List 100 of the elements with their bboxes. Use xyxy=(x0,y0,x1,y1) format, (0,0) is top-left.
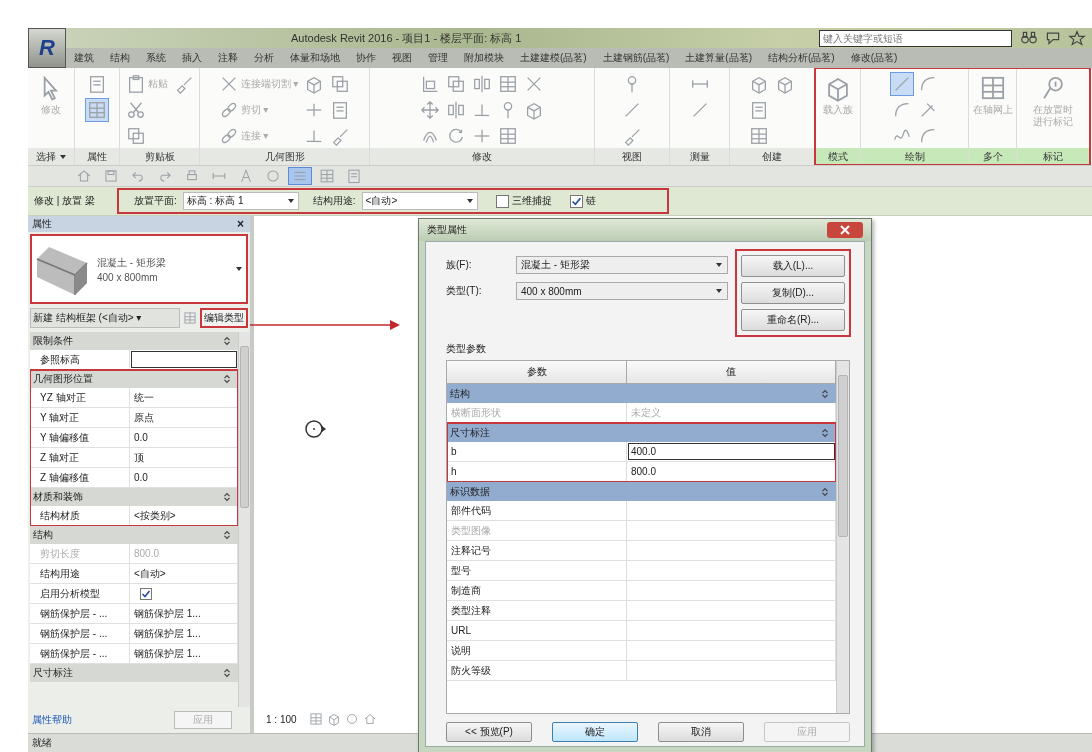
mirror-icon xyxy=(446,100,466,120)
group-name: 结构 xyxy=(33,528,53,542)
collapse-icon[interactable] xyxy=(222,374,232,384)
type-name: 400 x 800mm xyxy=(97,271,159,283)
move-icon xyxy=(420,100,440,120)
group-name: 标识数据 xyxy=(450,484,490,499)
checkbox[interactable] xyxy=(140,587,152,600)
toolbar-button[interactable] xyxy=(288,167,312,185)
panel-label[interactable]: 绘制 xyxy=(904,149,925,164)
scrollbar[interactable] xyxy=(238,332,250,707)
application-menu-button[interactable]: R xyxy=(28,28,66,68)
group-header[interactable]: 标识数据 xyxy=(447,482,836,501)
collapse-icon[interactable] xyxy=(820,486,830,497)
ribbon-tab[interactable]: 协作 xyxy=(348,51,384,65)
grid-icon xyxy=(498,126,518,146)
parameter-name: 类型注释 xyxy=(447,601,627,620)
column-header[interactable]: 参数 xyxy=(447,361,627,383)
dropdown[interactable]: 400 x 800mm xyxy=(516,282,728,300)
ribbon-tab[interactable]: 注释 xyxy=(210,51,246,65)
collapse-icon[interactable] xyxy=(820,427,830,438)
parameter-name: Z 轴偏移值 xyxy=(30,468,130,487)
copy-icon xyxy=(446,74,466,94)
ribbon-tab[interactable]: 系统 xyxy=(138,51,174,65)
grid-icon xyxy=(319,168,335,184)
value-field[interactable] xyxy=(130,350,238,369)
type-selector[interactable]: 混凝土 - 矩形梁 400 x 800mm xyxy=(30,234,248,304)
ribbon-tab[interactable]: 土建钢筋(品茗) xyxy=(594,51,678,65)
parameter-name: YZ 轴对正 xyxy=(30,388,130,407)
type-family: 混凝土 - 矩形梁 xyxy=(97,255,167,270)
brush-icon xyxy=(622,126,642,146)
group-header[interactable]: 材质和装饰 xyxy=(30,488,238,506)
ribbon-tab[interactable]: 结构分析(品茗) xyxy=(760,51,843,65)
collapse-icon[interactable] xyxy=(222,492,232,502)
dialog-title: 类型属性 xyxy=(427,223,467,237)
ribbon-tab[interactable]: 插入 xyxy=(174,51,210,65)
group-header[interactable]: 尺寸标注 xyxy=(447,423,836,442)
field-label: 类型(T): xyxy=(446,284,483,298)
parameter-name: URL xyxy=(447,621,627,640)
field-label: 族(F): xyxy=(446,258,473,272)
close-button[interactable] xyxy=(827,222,863,238)
comment-icon[interactable] xyxy=(1044,30,1062,46)
ribbon-tab[interactable]: 结构 xyxy=(102,51,138,65)
dropdown[interactable]: 标高 : 标高 1 xyxy=(182,192,299,210)
caret-icon xyxy=(235,265,243,273)
parameter-name: h xyxy=(447,462,627,481)
binoculars-icon[interactable] xyxy=(1020,30,1038,46)
dialog-button[interactable]: 取消 xyxy=(658,722,744,742)
group-header[interactable]: 尺寸标注 xyxy=(30,664,238,682)
ribbon-tool-button[interactable] xyxy=(889,72,914,96)
group-name: 尺寸标注 xyxy=(450,425,490,440)
ribbon-tab[interactable]: 管理 xyxy=(420,51,456,65)
group-header[interactable]: 几何图形位置 xyxy=(30,370,238,388)
collapse-icon[interactable] xyxy=(222,668,232,678)
copy-icon xyxy=(125,126,146,146)
collapse-icon[interactable] xyxy=(820,388,830,399)
caret-icon xyxy=(715,261,723,269)
collapse-icon[interactable] xyxy=(222,336,232,346)
value-field[interactable]: 400.0 xyxy=(627,442,836,461)
ribbon-tab[interactable]: 修改(品茗) xyxy=(842,51,906,65)
dialog-button[interactable]: 重命名(R)... xyxy=(741,309,845,331)
view-home-icon xyxy=(362,712,377,726)
edit-type-button[interactable]: 编辑类型 xyxy=(200,308,248,328)
ribbon-tab[interactable]: 土建建模(品茗) xyxy=(512,51,595,65)
dialog-button[interactable]: << 预览(P) xyxy=(446,722,532,742)
group-header[interactable]: 限制条件 xyxy=(30,332,238,350)
search-field[interactable]: 键入关键字或短语 xyxy=(819,29,1012,47)
dropdown[interactable]: <自动> xyxy=(361,192,478,210)
panel-label[interactable]: 修改 xyxy=(472,149,492,164)
group-header[interactable]: 结构 xyxy=(30,526,238,544)
dropdown[interactable]: 混凝土 - 矩形梁 xyxy=(516,256,728,274)
close-button[interactable]: × xyxy=(235,217,246,231)
group-header[interactable]: 结构 xyxy=(447,384,836,403)
collapse-icon[interactable] xyxy=(222,530,232,540)
parameter-name: 启用分析模型 xyxy=(30,584,130,603)
sheet-icon xyxy=(749,100,769,120)
dialog-button[interactable]: 载入(L)... xyxy=(741,255,845,277)
parameter-name: b xyxy=(447,442,627,461)
view-circle-icon xyxy=(344,712,359,726)
ribbon-tab[interactable]: 土建算量(品茗) xyxy=(677,51,760,65)
parameter-name: 说明 xyxy=(447,641,627,660)
box-icon xyxy=(524,100,544,120)
checkbox[interactable] xyxy=(569,194,583,208)
ribbon-tool-button[interactable] xyxy=(418,98,442,122)
ribbon-tool-button[interactable] xyxy=(85,98,109,122)
parameter-name: 类型图像 xyxy=(447,521,627,540)
ribbon-tab[interactable]: 建筑 xyxy=(66,51,102,65)
ribbon-tab[interactable]: 体量和场地 xyxy=(282,51,348,65)
ribbon-tab[interactable]: 附加模块 xyxy=(456,51,512,65)
dialog-button[interactable]: 复制(D)... xyxy=(741,282,845,304)
ribbon-tab[interactable]: 视图 xyxy=(384,51,420,65)
grid-icon xyxy=(87,100,107,120)
dialog-button[interactable]: 确定 xyxy=(552,722,638,742)
star-icon[interactable] xyxy=(1068,30,1086,46)
scale-label[interactable]: 1 : 100 xyxy=(266,713,297,725)
help-link[interactable]: 属性帮助 xyxy=(32,713,72,727)
scrollbar[interactable] xyxy=(836,361,849,713)
instance-filter-dropdown[interactable]: 新建 结构框架 (<自动> ▾ xyxy=(30,308,180,328)
checkbox[interactable] xyxy=(495,194,509,208)
parameter-name: 结构材质 xyxy=(30,506,130,525)
ribbon-tab[interactable]: 分析 xyxy=(246,51,282,65)
